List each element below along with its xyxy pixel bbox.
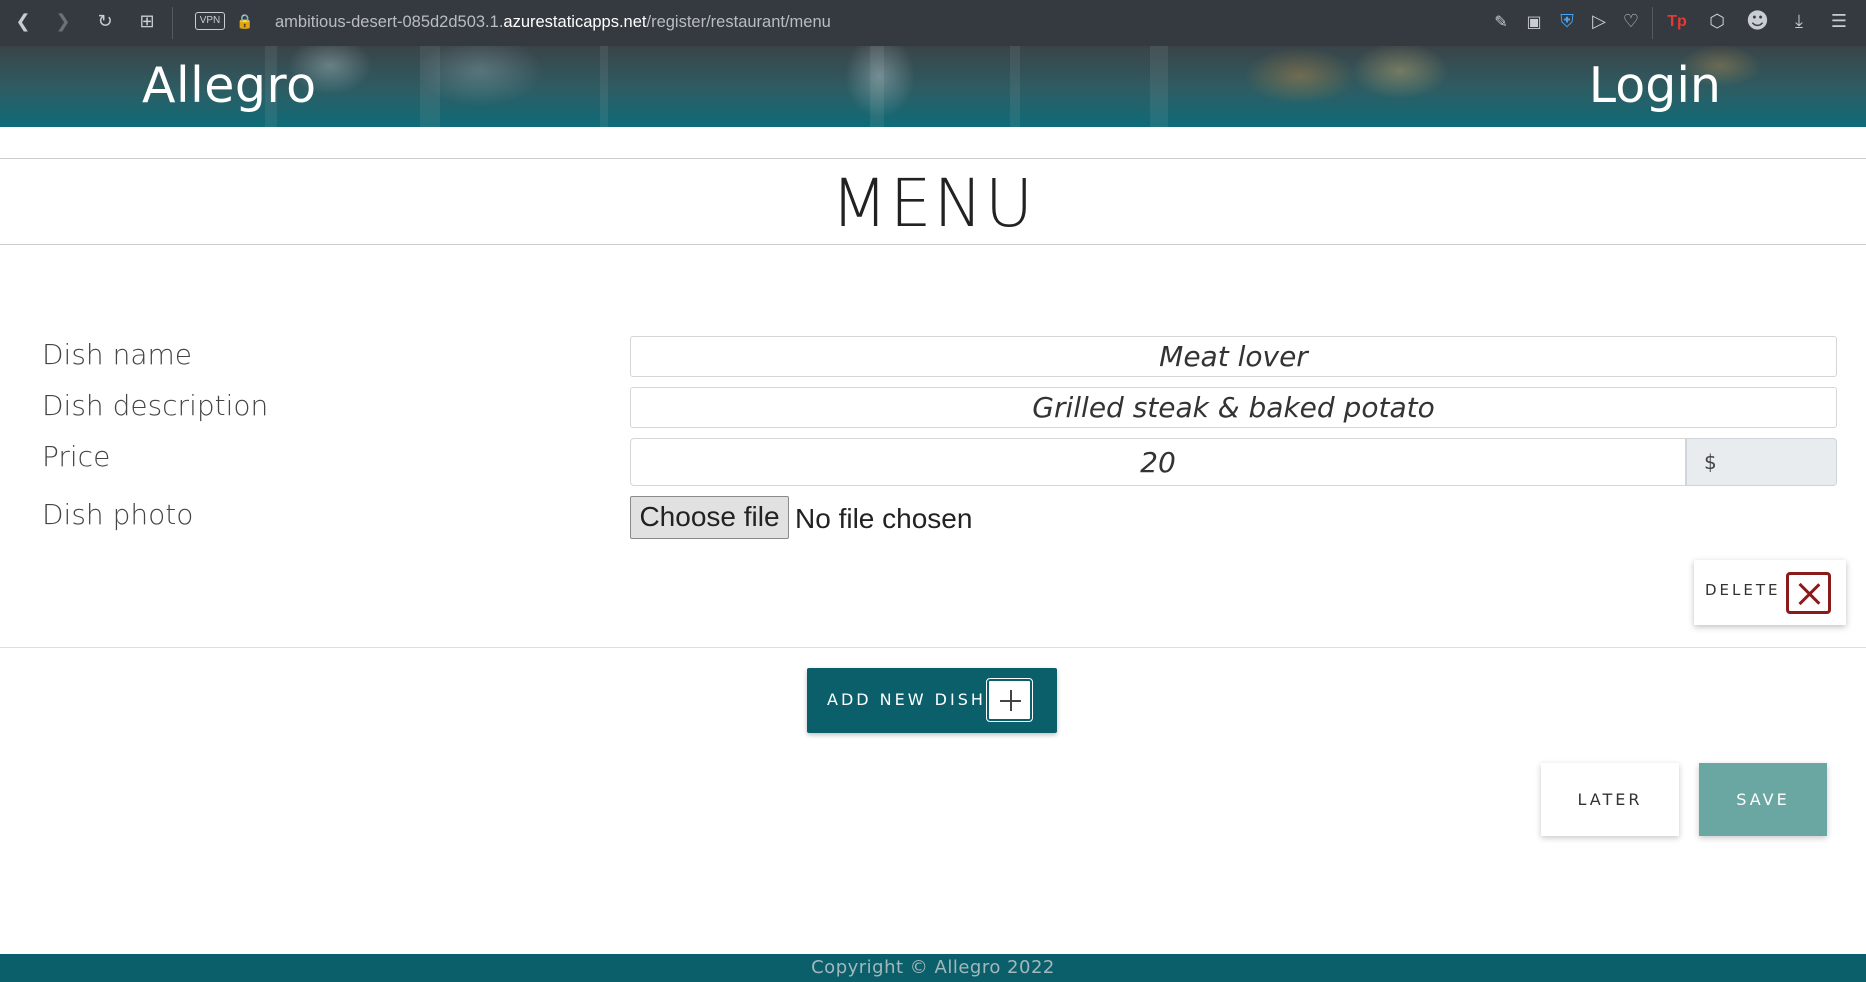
add-new-dish-button[interactable]: ADD NEW DISH	[807, 668, 1057, 733]
divider	[0, 647, 1866, 648]
cube-icon[interactable]: ⬡	[1706, 11, 1728, 33]
menu-icon[interactable]: ☰	[1828, 11, 1850, 33]
delete-label: DELETE	[1705, 581, 1781, 599]
plus-icon	[986, 678, 1033, 722]
extension-tp-icon[interactable]: Tp	[1666, 11, 1688, 33]
dish-name-label: Dish name	[42, 338, 192, 371]
forward-icon[interactable]: ❯	[52, 11, 74, 33]
dish-description-input[interactable]	[630, 387, 1837, 428]
dish-description-label: Dish description	[42, 389, 269, 422]
footer-copyright: Copyright © Allegro 2022	[0, 954, 1866, 982]
later-button[interactable]: LATER	[1541, 763, 1679, 836]
choose-file-button[interactable]: Choose file	[630, 496, 789, 539]
add-new-dish-label: ADD NEW DISH	[827, 690, 986, 709]
site-header: Allegro Login	[0, 46, 1866, 127]
delete-dish-button[interactable]: DELETE	[1694, 560, 1846, 625]
price-input[interactable]	[630, 438, 1686, 486]
file-status-text: No file chosen	[795, 503, 973, 534]
reload-icon[interactable]: ↻	[94, 11, 116, 33]
close-icon	[1786, 572, 1831, 614]
dish-name-input[interactable]	[630, 336, 1837, 377]
vpn-badge[interactable]: VPN	[195, 12, 225, 30]
dish-photo-label: Dish photo	[42, 498, 194, 531]
address-bar[interactable]: ambitious-desert-085d2d503.1.azurestatic…	[275, 11, 831, 33]
lock-icon[interactable]: 🔒	[234, 11, 256, 33]
download-icon[interactable]: ⤓	[1788, 11, 1810, 33]
login-link[interactable]: Login	[1589, 56, 1721, 116]
page-title: MENU	[830, 165, 1036, 242]
shield-icon[interactable]: ⛨	[1556, 11, 1578, 33]
send-icon[interactable]: ▷	[1588, 11, 1610, 33]
title-section: MENU	[0, 158, 1866, 245]
browser-toolbar: ❮ ❯ ↻ ⊞ VPN 🔒 ambitious-desert-085d2d503…	[0, 0, 1866, 46]
heart-icon[interactable]: ♡	[1620, 11, 1642, 33]
save-button[interactable]: SAVE	[1699, 763, 1827, 836]
currency-addon: $	[1686, 438, 1837, 486]
tabs-grid-icon[interactable]: ⊞	[136, 11, 158, 33]
share-icon[interactable]: ✎	[1490, 11, 1512, 33]
back-icon[interactable]: ❮	[12, 11, 34, 33]
brand-logo[interactable]: Allegro	[142, 56, 317, 116]
camera-icon[interactable]: ▣	[1523, 11, 1545, 33]
profile-avatar-icon[interactable]: ☻	[1746, 11, 1769, 33]
price-label: Price	[42, 440, 111, 473]
